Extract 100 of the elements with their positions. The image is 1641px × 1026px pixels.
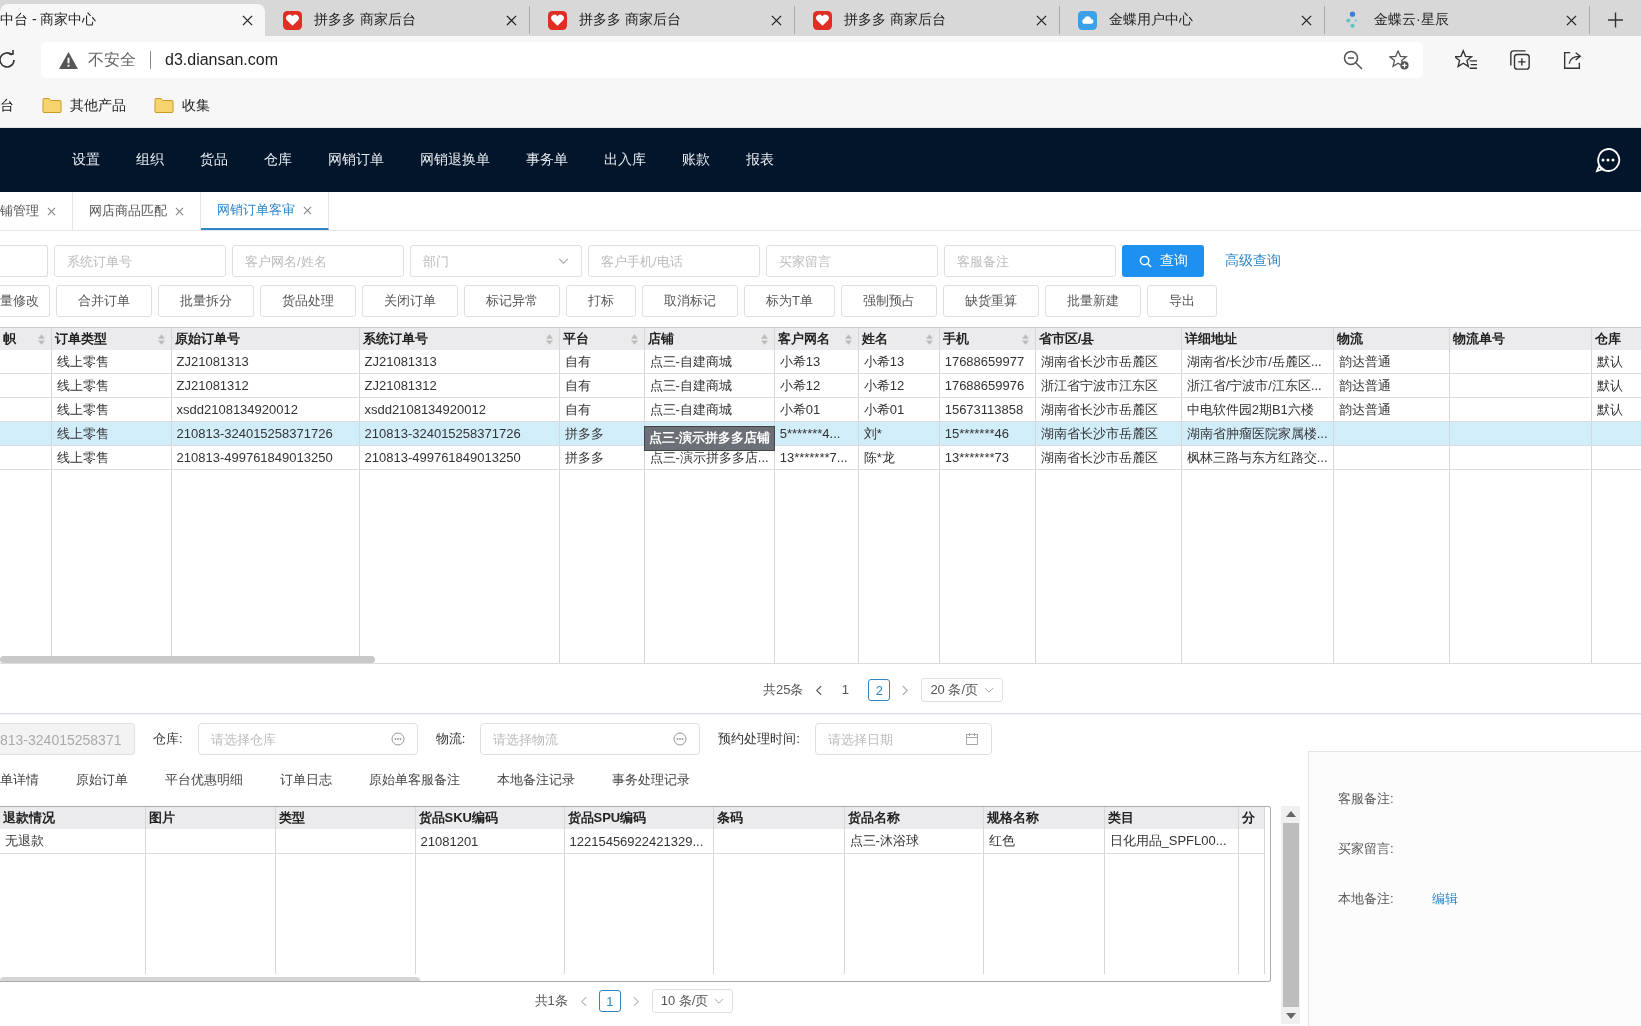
picker-field[interactable]: 请选择物流 bbox=[493, 725, 674, 753]
column-header[interactable]: 手机 bbox=[939, 328, 1036, 350]
new-tab-icon[interactable] bbox=[1608, 12, 1623, 28]
page-number[interactable]: 1 bbox=[598, 990, 621, 1012]
picker-field[interactable]: 请选择仓库 bbox=[210, 725, 391, 753]
detail-tab[interactable]: 原始订单 bbox=[76, 771, 128, 789]
column-header[interactable]: 详细地址 bbox=[1181, 328, 1333, 350]
action-button[interactable]: 导出 bbox=[1146, 285, 1217, 317]
detail-tab[interactable]: 平台优惠明细 bbox=[165, 771, 243, 789]
nav-item[interactable]: 设置 bbox=[72, 151, 100, 169]
detail-tab[interactable]: 本地备注记录 bbox=[497, 771, 575, 789]
page-size-select[interactable]: 10 条/页 bbox=[651, 989, 734, 1013]
action-button[interactable]: 强制预占 bbox=[840, 285, 937, 317]
scroll-down-icon[interactable] bbox=[1285, 1013, 1296, 1019]
nav-item[interactable]: 出入库 bbox=[604, 151, 646, 169]
browser-tab[interactable]: 中台 - 商家中心 bbox=[0, 4, 265, 36]
nav-item[interactable]: 组织 bbox=[136, 151, 164, 169]
filter-field[interactable]: 系统订单号 bbox=[54, 245, 226, 277]
close-icon[interactable] bbox=[1036, 14, 1047, 26]
page-tab[interactable]: 网店商品匹配 bbox=[73, 192, 201, 230]
table-row[interactable]: 线上零售 ZJ21081312 ZJ21081312 自有 点三-自建商城 小希12 小希12 17688659976 浙江省宁波市江东区 浙江省/宁波市/江东区... 韵达普通 默认 bbox=[0, 373, 1641, 398]
scroll-thumb[interactable] bbox=[1282, 823, 1299, 1007]
action-button[interactable]: 缺货重算 bbox=[942, 285, 1039, 317]
filter-field[interactable] bbox=[0, 245, 48, 277]
vertical-scrollbar[interactable] bbox=[1281, 806, 1300, 1024]
horizontal-scrollbar[interactable] bbox=[0, 656, 375, 663]
action-button[interactable]: 取消标记 bbox=[642, 285, 738, 317]
column-header[interactable]: 系统订单号 bbox=[359, 328, 559, 350]
filter-field[interactable]: 买家留言 bbox=[779, 247, 925, 275]
nav-item[interactable]: 网销订单 bbox=[328, 151, 384, 169]
favorites-icon[interactable] bbox=[1455, 49, 1477, 71]
nav-item[interactable]: 货品 bbox=[200, 151, 228, 169]
address-bar[interactable]: 不安全 d3.diansan.com bbox=[41, 42, 1423, 78]
detail-tab[interactable]: 单详情 bbox=[0, 771, 39, 789]
next-page-icon[interactable] bbox=[632, 995, 640, 1007]
more-icon[interactable] bbox=[390, 732, 405, 746]
add-favorite-icon[interactable] bbox=[1389, 50, 1409, 70]
action-button[interactable]: 标为T单 bbox=[744, 285, 835, 317]
calendar-icon[interactable] bbox=[964, 732, 979, 746]
action-button[interactable]: 关闭订单 bbox=[362, 285, 458, 317]
advanced-search-link[interactable]: 高级查询 bbox=[1225, 252, 1281, 270]
column-header[interactable]: 仓库 bbox=[1591, 328, 1641, 350]
filter-field[interactable]: 客服备注 bbox=[957, 247, 1103, 275]
action-button[interactable]: 批量新建 bbox=[1044, 285, 1141, 317]
column-header[interactable]: 物流单号 bbox=[1449, 328, 1591, 350]
more-icon[interactable] bbox=[673, 732, 688, 746]
collections-icon[interactable] bbox=[1509, 49, 1531, 71]
column-header[interactable]: 客户网名 bbox=[774, 328, 859, 350]
bookmark-label[interactable]: 台 bbox=[0, 96, 14, 115]
next-page-icon[interactable] bbox=[902, 684, 910, 696]
edit-link[interactable]: 编辑 bbox=[1432, 890, 1458, 908]
column-header[interactable]: 物流 bbox=[1333, 328, 1449, 350]
column-header[interactable]: 姓名 bbox=[858, 328, 940, 350]
column-header[interactable]: 店铺 bbox=[644, 328, 775, 350]
page-number[interactable]: 1 bbox=[834, 679, 857, 701]
browser-tab[interactable]: 拼多多 商家后台 bbox=[530, 6, 795, 34]
browser-tab[interactable]: 拼多多 商家后台 bbox=[265, 6, 530, 34]
page-size-select[interactable]: 20 条/页 bbox=[921, 678, 1004, 702]
filter-field[interactable]: 客户手机/电话 bbox=[588, 245, 760, 277]
nav-item[interactable]: 仓库 bbox=[264, 151, 292, 169]
filter-field[interactable]: 客户网名/姓名 bbox=[245, 247, 391, 275]
picker-field[interactable]: 请选择日期 bbox=[814, 723, 992, 755]
reload-icon[interactable] bbox=[0, 50, 17, 70]
table-row[interactable]: 线上零售 xsdd2108134920012 xsdd2108134920012 自有 点三-自建商城 小希01 小希01 15673113858 湖南省长沙市岳麓区 中电软件园2期B1六楼 韵达普通 默认 bbox=[0, 397, 1641, 422]
browser-tab[interactable]: 金蝶用户中心 bbox=[1060, 6, 1325, 34]
column-header[interactable]: 原始订单号 bbox=[171, 328, 359, 350]
column-header[interactable]: 平台 bbox=[559, 328, 644, 350]
nav-item[interactable]: 账款 bbox=[682, 151, 710, 169]
browser-tab[interactable]: 拼多多 商家后台 bbox=[795, 6, 1060, 34]
filter-field[interactable]: 客户网名/姓名 bbox=[232, 245, 404, 277]
table-row[interactable]: 线上零售 ZJ21081313 ZJ21081313 自有 点三-自建商城 小希13 小希13 17688659977 湖南省长沙市岳麓区 湖南省/长沙市/岳麓区... 韵达普通 默认 bbox=[0, 350, 1641, 374]
picker-field[interactable]: 请选择物流 bbox=[480, 723, 701, 755]
page-number[interactable]: 2 bbox=[868, 679, 891, 701]
page-tab[interactable]: 网销订单客审 bbox=[201, 192, 329, 230]
column-header[interactable]: 帜 bbox=[0, 328, 51, 350]
action-button[interactable]: 批量拆分 bbox=[158, 285, 254, 317]
nav-item[interactable]: 报表 bbox=[746, 151, 774, 169]
column-header[interactable]: 省市区/县 bbox=[1035, 328, 1182, 350]
share-icon[interactable] bbox=[1561, 49, 1583, 71]
action-button[interactable]: 打标 bbox=[566, 285, 636, 317]
picker-field[interactable]: 请选择日期 bbox=[827, 725, 965, 753]
filter-field[interactable]: 部门 bbox=[423, 247, 558, 275]
filter-field[interactable]: 部门 bbox=[410, 245, 582, 277]
nav-item[interactable]: 网销退换单 bbox=[420, 151, 490, 169]
column-header[interactable]: 订单类型 bbox=[51, 328, 171, 350]
filter-field[interactable]: 客户手机/电话 bbox=[601, 247, 747, 275]
previous-page-icon[interactable] bbox=[815, 684, 823, 696]
bookmark-label[interactable]: 其他产品 bbox=[70, 96, 126, 115]
action-button[interactable]: 量修改 bbox=[0, 285, 50, 317]
scroll-up-icon[interactable] bbox=[1285, 811, 1296, 817]
close-icon[interactable] bbox=[1301, 14, 1312, 26]
detail-tab[interactable]: 订单日志 bbox=[280, 771, 332, 789]
browser-tab[interactable]: 金蝶云·星辰 bbox=[1325, 6, 1590, 34]
filter-field[interactable]: 买家留言 bbox=[766, 245, 938, 277]
detail-tab[interactable]: 原始单客服备注 bbox=[369, 771, 460, 789]
close-icon[interactable] bbox=[242, 14, 253, 26]
picker-field[interactable]: 请选择仓库 bbox=[197, 723, 418, 755]
detail-tab[interactable]: 事务处理记录 bbox=[612, 771, 690, 789]
zoom-out-icon[interactable] bbox=[1343, 50, 1363, 70]
bookmark-label[interactable]: 收集 bbox=[182, 96, 210, 115]
